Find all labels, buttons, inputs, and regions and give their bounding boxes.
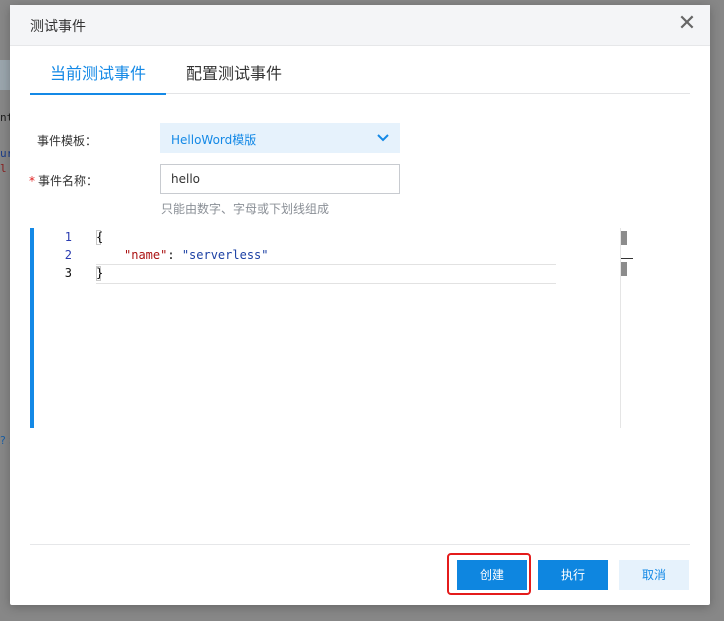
chevron-down-icon xyxy=(377,134,389,142)
line-number: 3 xyxy=(64,266,72,280)
footer-divider xyxy=(30,544,690,545)
dialog-header: 测试事件 ✕ xyxy=(10,5,710,46)
scrollbar-marker xyxy=(621,231,627,245)
required-mark: * xyxy=(29,174,35,188)
line-number: 2 xyxy=(64,248,72,262)
line-number-gutter: 1 2 3 xyxy=(34,228,88,428)
test-event-dialog: 测试事件 ✕ 当前测试事件 配置测试事件 事件模板： HelloWord模版 *… xyxy=(10,5,710,605)
event-template-select[interactable]: HelloWord模版 xyxy=(160,123,400,153)
line-number: 1 xyxy=(64,230,72,244)
tab-configure-test-event[interactable]: 配置测试事件 xyxy=(186,60,282,84)
active-line-highlight xyxy=(96,264,556,284)
editor-scrollbar[interactable] xyxy=(620,228,636,428)
cursor-ruler-mark xyxy=(621,258,633,259)
json-separator: : xyxy=(167,248,182,262)
event-name-input[interactable] xyxy=(160,164,400,194)
event-name-label-text: 事件名称： xyxy=(38,174,99,188)
code-line: "name": "serverless" xyxy=(124,248,269,262)
dialog-title: 测试事件 xyxy=(30,19,86,35)
run-button[interactable]: 执行 xyxy=(538,560,608,590)
event-template-label: 事件模板： xyxy=(37,134,98,148)
tab-current-test-event[interactable]: 当前测试事件 xyxy=(50,60,146,84)
active-tab-indicator xyxy=(30,93,166,95)
close-icon[interactable]: ✕ xyxy=(676,13,698,35)
scrollbar-marker xyxy=(621,262,627,276)
tab-bar: 当前测试事件 配置测试事件 xyxy=(30,46,690,95)
code-line: } xyxy=(96,266,104,280)
code-line: { xyxy=(96,230,104,244)
background-code-line: l xyxy=(0,162,7,175)
event-name-hint: 只能由数字、字母或下划线组成 xyxy=(161,202,330,216)
cancel-button[interactable]: 取消 xyxy=(619,560,689,590)
event-name-label: * 事件名称： xyxy=(29,172,98,189)
create-button-highlight xyxy=(447,553,531,595)
json-value: "serverless" xyxy=(181,248,269,262)
event-template-value: HelloWord模版 xyxy=(171,133,257,147)
json-key: "name" xyxy=(124,248,168,262)
code-editor[interactable]: 1 2 3 { "name": "serverless" } xyxy=(30,228,635,428)
